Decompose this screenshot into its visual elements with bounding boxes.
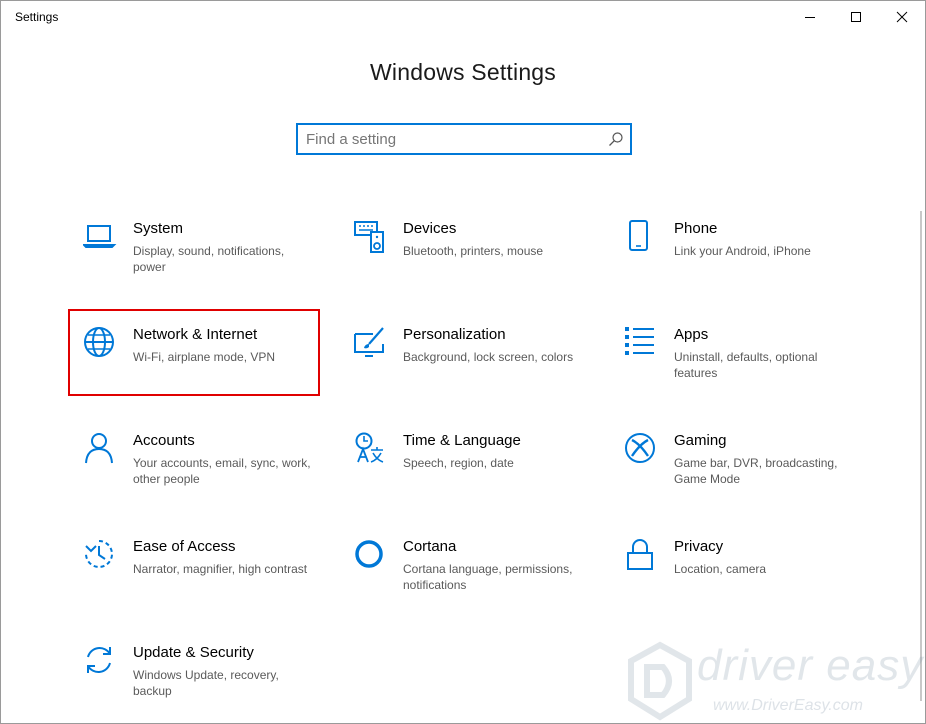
tile-description: Your accounts, email, sync, work, other … <box>133 456 311 486</box>
maximize-icon <box>851 12 861 22</box>
tile-phone[interactable]: Phone Link your Android, iPhone <box>612 220 862 300</box>
watermark-url: www.DriverEasy.com <box>713 697 863 714</box>
tile-description: Cortana language, permissions, notificat… <box>403 562 573 592</box>
minimize-button[interactable] <box>787 1 833 33</box>
tile-accounts[interactable]: Accounts Your accounts, email, sync, wor… <box>71 432 321 512</box>
tile-cortana[interactable]: Cortana Cortana language, permissions, n… <box>341 538 591 618</box>
person-icon <box>83 432 119 468</box>
laptop-icon <box>83 220 119 256</box>
tile-title: Devices <box>403 220 457 237</box>
title-bar[interactable]: Settings <box>1 1 925 33</box>
search-box[interactable] <box>296 123 632 155</box>
tile-title: Cortana <box>403 538 457 555</box>
time-language-icon <box>353 432 389 468</box>
settings-window: Settings Windows Settings System Display… <box>0 0 926 724</box>
tile-gaming[interactable]: Gaming Game bar, DVR, broadcasting, Game… <box>612 432 862 512</box>
tile-time-language[interactable]: Time & Language Speech, region, date <box>341 432 591 512</box>
tile-description: Bluetooth, printers, mouse <box>403 244 544 258</box>
tile-description: Display, sound, notifications, power <box>133 244 285 274</box>
tile-description: Uninstall, defaults, optional features <box>674 350 818 380</box>
close-button[interactable] <box>879 1 925 33</box>
tile-title: Gaming <box>674 432 727 449</box>
tile-title: Update & Security <box>133 644 254 661</box>
tile-title: Apps <box>674 326 709 343</box>
xbox-icon <box>624 432 660 468</box>
watermark-text: driver easy <box>697 641 924 690</box>
keyboard-speaker-icon <box>353 220 389 256</box>
close-icon <box>896 11 908 23</box>
tile-devices[interactable]: Devices Bluetooth, printers, mouse <box>341 220 591 300</box>
window-title: Settings <box>15 10 59 24</box>
tile-title: Ease of Access <box>133 538 236 555</box>
ease-of-access-icon <box>83 538 119 574</box>
page-title: Windows Settings <box>370 59 556 85</box>
tile-title: System <box>133 220 184 237</box>
tile-description: Location, camera <box>674 562 767 576</box>
maximize-button[interactable] <box>833 1 879 33</box>
tile-title: Phone <box>674 220 718 237</box>
apps-list-icon <box>624 326 660 362</box>
minimize-icon <box>805 17 815 18</box>
tile-description: Narrator, magnifier, high contrast <box>133 562 308 576</box>
tile-description: Link your Android, iPhone <box>674 244 811 258</box>
highlight-box <box>68 309 320 396</box>
tile-update-security[interactable]: Update & Security Windows Update, recove… <box>71 644 321 724</box>
tile-description: Speech, region, date <box>403 456 514 470</box>
tile-privacy[interactable]: Privacy Location, camera <box>612 538 862 618</box>
tile-apps[interactable]: Apps Uninstall, defaults, optional featu… <box>612 326 862 406</box>
tile-title: Time & Language <box>403 432 521 449</box>
tile-title: Privacy <box>674 538 724 555</box>
tile-personalization[interactable]: Personalization Background, lock screen,… <box>341 326 591 406</box>
scrollbar[interactable] <box>920 211 922 701</box>
watermark: driver easy www.DriverEasy.com <box>625 637 925 723</box>
tile-title: Personalization <box>403 326 506 343</box>
update-icon <box>83 644 119 680</box>
tile-description: Windows Update, recovery, backup <box>133 668 279 698</box>
tile-description: Game bar, DVR, broadcasting, Game Mode <box>674 456 838 486</box>
driver-easy-logo-icon <box>628 641 692 721</box>
phone-icon <box>624 220 660 256</box>
tile-description: Background, lock screen, colors <box>403 350 574 364</box>
search-icon[interactable] <box>608 131 624 147</box>
paint-icon <box>353 326 389 362</box>
tile-system[interactable]: System Display, sound, notifications, po… <box>71 220 321 300</box>
lock-icon <box>624 538 660 574</box>
tile-ease-of-access[interactable]: Ease of Access Narrator, magnifier, high… <box>71 538 321 618</box>
cortana-icon <box>353 538 389 574</box>
tile-title: Accounts <box>133 432 195 449</box>
search-input[interactable] <box>306 128 596 150</box>
